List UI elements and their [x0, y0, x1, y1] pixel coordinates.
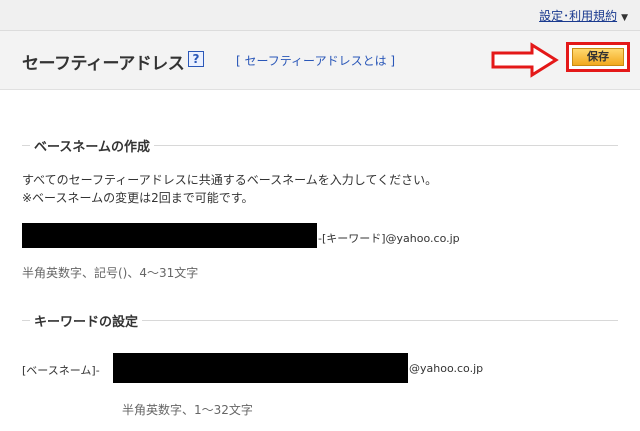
basename-section: ベースネームの作成	[22, 136, 618, 155]
basename-input[interactable]	[22, 223, 317, 248]
keyword-heading-label: キーワードの設定	[30, 311, 143, 330]
question-mark-icon[interactable]: ?	[188, 51, 204, 67]
save-highlight-frame: 保存	[566, 42, 630, 72]
basename-description: すべてのセーフティーアドレスに共通するベースネームを入力してください。 ※ベース…	[22, 171, 437, 207]
about-safety-address-link[interactable]: [ セーフティーアドレスとは ]	[236, 52, 395, 69]
bracket-close: ]	[386, 54, 396, 68]
keyword-suffix: @yahoo.co.jp	[409, 362, 484, 375]
keyword-section-heading: キーワードの設定	[22, 311, 618, 330]
top-bar: 設定･利用規約 ▼	[0, 0, 640, 31]
save-button[interactable]: 保存	[572, 48, 624, 66]
chevron-down-icon: ▼	[621, 13, 628, 23]
right-arrow-icon	[491, 42, 559, 78]
page-title: セーフティーアドレス	[22, 54, 185, 74]
keyword-prefix: [ベースネーム]-	[22, 364, 100, 377]
about-safety-address-label: セーフティーアドレスとは	[244, 54, 387, 68]
basename-desc-line2: ※ベースネームの変更は2回まで可能です。	[22, 191, 254, 205]
basename-suffix: -[キーワード]@yahoo.co.jp	[318, 232, 460, 245]
keyword-hint: 半角英数字、1～32文字	[122, 403, 253, 417]
settings-terms-link[interactable]: 設定･利用規約 ▼	[539, 7, 628, 24]
basename-hint: 半角英数字、記号()、4～31文字	[22, 266, 199, 280]
keyword-section: キーワードの設定	[22, 311, 618, 330]
bracket-open: [	[236, 54, 245, 68]
basename-heading-label: ベースネームの作成	[30, 136, 154, 155]
basename-section-heading: ベースネームの作成	[22, 136, 618, 155]
keyword-input[interactable]	[113, 353, 408, 383]
settings-terms-label: 設定･利用規約	[539, 9, 618, 23]
basename-desc-line1: すべてのセーフティーアドレスに共通するベースネームを入力してください。	[22, 173, 438, 187]
